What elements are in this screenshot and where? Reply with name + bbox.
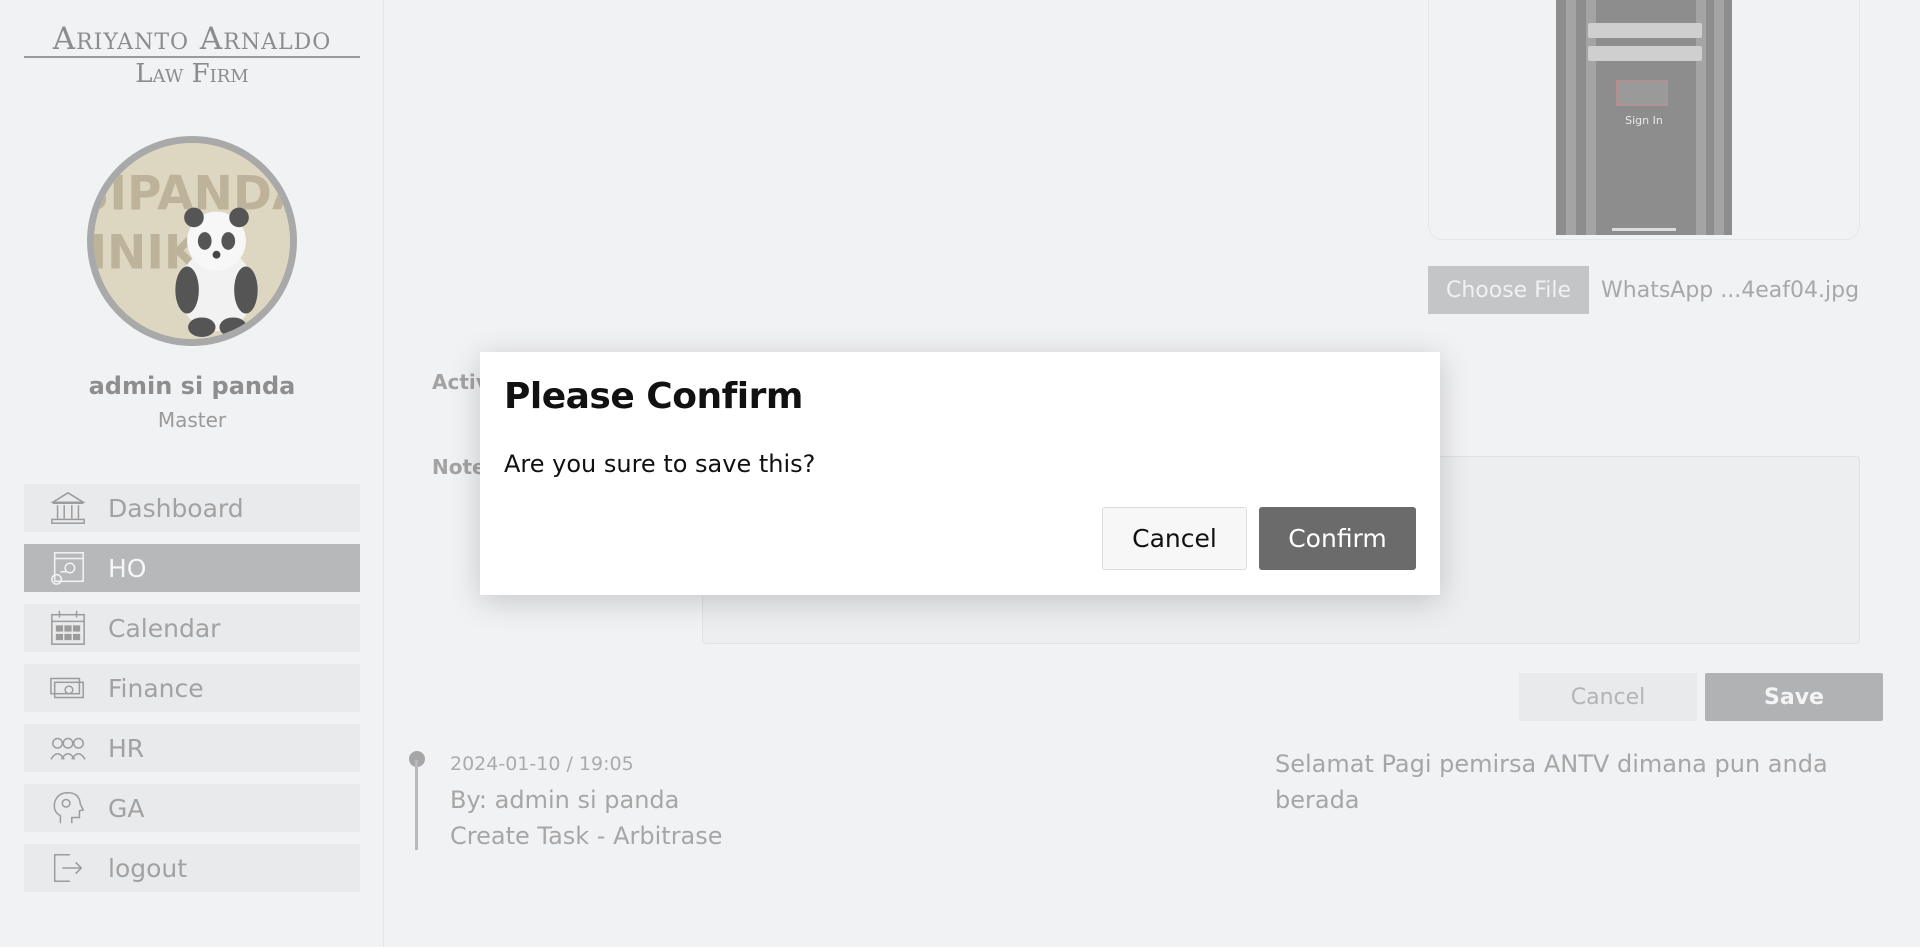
brand-logo: Ariyanto Arnaldo Law Firm (24, 22, 360, 90)
sidebar-item-label: Finance (108, 673, 204, 703)
head-gear-icon (48, 788, 88, 828)
sidebar-nav: Dashboard HO Calendar Finance HR GA logo… (24, 484, 360, 904)
user-role: Master (157, 408, 227, 432)
sidebar-item-label: logout (108, 853, 188, 883)
timeline-task: Create Task - Arbitrase (450, 822, 723, 850)
image-preview: Sign In (1556, 0, 1732, 235)
sidebar-item-logout[interactable]: logout (24, 844, 360, 892)
logout-icon (48, 848, 88, 888)
confirm-dialog: Please Confirm Are you sure to save this… (480, 352, 1440, 595)
dialog-cancel-button[interactable]: Cancel (1102, 507, 1247, 570)
sidebar-item-finance[interactable]: Finance (24, 664, 360, 712)
bank-icon (48, 488, 88, 528)
timeline-note: Selamat Pagi pemirsa ANTV dimana pun and… (1275, 750, 1828, 814)
choose-file-button[interactable]: Choose File (1428, 266, 1590, 314)
sidebar: Ariyanto Arnaldo Law Firm SIPANDA INIK a… (0, 0, 384, 947)
office-gear-icon (48, 548, 88, 588)
sidebar-item-ho[interactable]: HO (24, 544, 360, 592)
money-icon (48, 668, 88, 708)
sidebar-item-label: GA (108, 793, 145, 823)
timeline-author: By: admin si panda (450, 786, 680, 814)
form-save-button[interactable]: Save (1705, 673, 1883, 721)
timeline-line (415, 760, 418, 850)
sidebar-item-hr[interactable]: HR (24, 724, 360, 772)
brand-subtitle: Law Firm (135, 59, 249, 89)
people-icon (48, 728, 88, 768)
dialog-title: Please Confirm (504, 376, 803, 417)
sidebar-item-label: HO (108, 553, 147, 583)
avatar: SIPANDA INIK (87, 136, 297, 346)
calendar-icon (48, 608, 88, 648)
sidebar-item-label: Calendar (108, 613, 221, 643)
sidebar-item-calendar[interactable]: Calendar (24, 604, 360, 652)
form-cancel-button[interactable]: Cancel (1519, 673, 1697, 721)
panda-logo-icon: SIPANDA INIK (94, 143, 290, 339)
dialog-confirm-button[interactable]: Confirm (1259, 507, 1416, 570)
sidebar-item-label: Dashboard (108, 493, 244, 523)
file-input: Choose File WhatsApp ...4eaf04.jpg (1428, 266, 1859, 314)
preview-signin-text: Sign In (1625, 114, 1663, 127)
notes-label: Note (432, 455, 486, 479)
user-name: admin si panda (88, 372, 296, 400)
sidebar-item-ga[interactable]: GA (24, 784, 360, 832)
timeline-date: 2024-01-10 / 19:05 (450, 753, 634, 775)
brand-name: Ariyanto Arnaldo (24, 22, 360, 58)
sidebar-item-label: HR (108, 733, 145, 763)
file-name-text: WhatsApp ...4eaf04.jpg (1601, 277, 1860, 303)
dialog-message: Are you sure to save this? (504, 450, 816, 478)
sidebar-item-dashboard[interactable]: Dashboard (24, 484, 360, 532)
